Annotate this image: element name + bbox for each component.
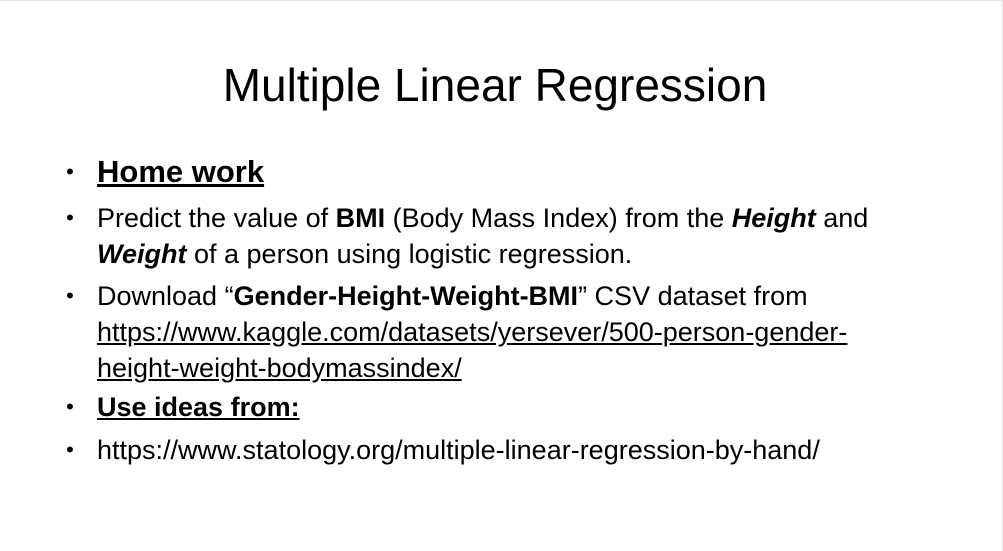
bullet-list: • Home work • Predict the value of BMI (… [62, 154, 962, 468]
slide: Multiple Linear Regression • Home work •… [0, 0, 1003, 551]
homework-heading: Home work [97, 154, 265, 189]
slide-title: Multiple Linear Regression [222, 59, 768, 111]
kaggle-link-line1[interactable]: https://www.kaggle.com/datasets/yersever… [97, 317, 847, 347]
predict-text-mid2: and [815, 203, 869, 233]
bullet-icon: • [66, 437, 74, 462]
bullet-icon: • [66, 205, 74, 230]
download-text-post: ” CSV dataset from [578, 281, 808, 311]
bmi-term: BMI [335, 203, 386, 233]
ideas-heading: Use ideas from: [97, 392, 300, 422]
list-item-homework: • Home work [62, 154, 962, 191]
list-item-statology: • https://www.statology.org/multiple-lin… [62, 432, 962, 468]
kaggle-link[interactable]: https://www.kaggle.com/datasets/yersever… [97, 317, 847, 383]
statology-url: https://www.statology.org/multiple-linea… [97, 435, 820, 465]
bullet-icon: • [66, 283, 74, 308]
height-term: Height [731, 203, 816, 233]
bullet-icon: • [66, 159, 74, 184]
bullet-icon: • [66, 394, 74, 419]
weight-term: Weight [97, 239, 187, 269]
predict-text-post: of a person using logistic regression. [186, 239, 633, 269]
dataset-name: Gender-Height-Weight-BMI [233, 281, 579, 311]
list-item-ideas: • Use ideas from: [62, 389, 962, 425]
predict-text-mid1: (Body Mass Index) from the [385, 203, 732, 233]
download-text-pre: Download “ [97, 281, 234, 311]
list-item-download: • Download “Gender-Height-Weight-BMI” CS… [62, 278, 962, 386]
predict-text-pre: Predict the value of [97, 203, 336, 233]
kaggle-link-line2[interactable]: height-weight-bodymassindex/ [97, 353, 462, 383]
list-item-predict: • Predict the value of BMI (Body Mass In… [62, 200, 962, 272]
